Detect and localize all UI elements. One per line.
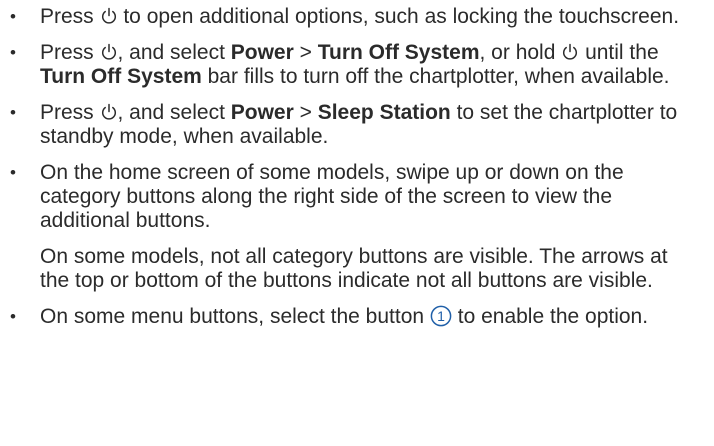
bullet-marker: • <box>10 43 16 62</box>
menu-term: Turn Off System <box>317 41 480 64</box>
instruction-list: • Press to open additional options, such… <box>0 5 714 329</box>
item-text: On the home screen of some models, swipe… <box>40 161 624 232</box>
bullet-marker: • <box>10 163 16 182</box>
list-item: • Press , and select Power > Sleep Stati… <box>0 101 714 149</box>
menu-term: Power <box>230 101 294 124</box>
callout-number: 1 <box>437 308 445 324</box>
power-icon <box>100 103 118 121</box>
manual-page: • Press to open additional options, such… <box>0 0 714 446</box>
item-text: Press , and select Power > Sleep Station… <box>40 101 678 148</box>
item-text: Press to open additional options, such a… <box>40 5 680 28</box>
item-note: On some models, not all category buttons… <box>40 245 668 292</box>
menu-term: Turn Off System <box>40 65 202 88</box>
menu-term: Sleep Station <box>317 101 451 124</box>
list-item: • Press , and select Power > Turn Off Sy… <box>0 41 714 89</box>
item-text: On some menu buttons, select the button … <box>40 305 649 328</box>
bullet-marker: • <box>10 307 16 326</box>
power-icon <box>100 43 118 61</box>
power-icon <box>100 7 118 25</box>
list-item: • On some menu buttons, select the butto… <box>0 305 714 329</box>
bullet-marker: • <box>10 103 16 122</box>
list-item: • Press to open additional options, such… <box>0 5 714 29</box>
item-text: Press , and select Power > Turn Off Syst… <box>40 41 670 88</box>
callout-number-icon: 1 <box>430 305 452 327</box>
bullet-marker: • <box>10 7 16 26</box>
power-icon <box>561 43 579 61</box>
list-item: • On the home screen of some models, swi… <box>0 161 714 293</box>
menu-term: Power <box>230 41 294 64</box>
